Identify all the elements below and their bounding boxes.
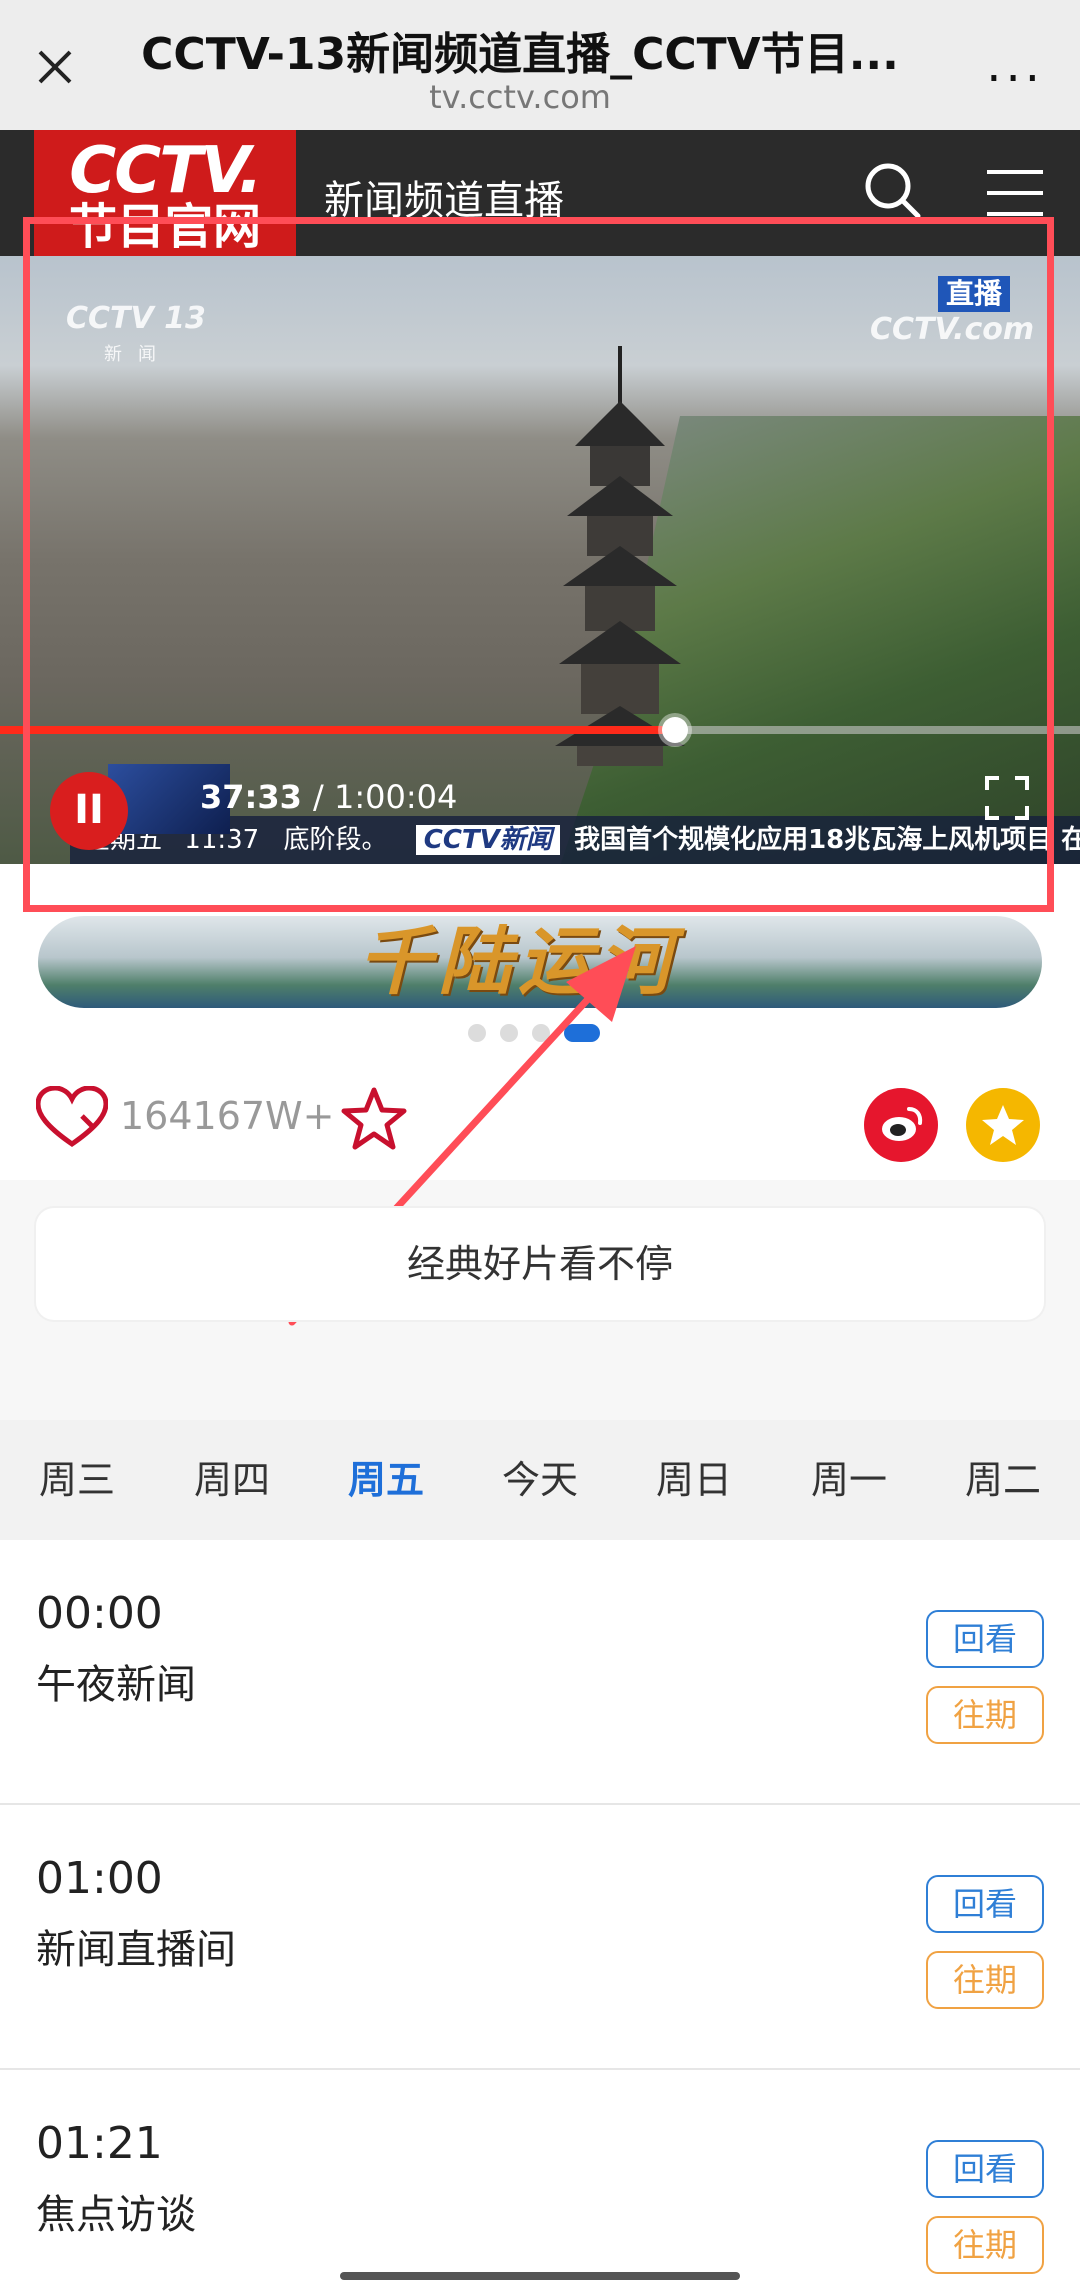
menu-icon[interactable] bbox=[985, 166, 1045, 220]
tab-day-3[interactable]: 今天 bbox=[485, 1420, 595, 1540]
replay-button[interactable]: 回看 bbox=[926, 1875, 1044, 1933]
carousel-dots bbox=[468, 1024, 614, 1042]
tab-day-2[interactable]: 周五 bbox=[331, 1420, 441, 1540]
logo-line1: CCTV. bbox=[69, 134, 262, 208]
past-episodes-button[interactable]: 往期 bbox=[926, 2216, 1044, 2274]
past-episodes-button[interactable]: 往期 bbox=[926, 1951, 1044, 2009]
carousel-dot[interactable] bbox=[564, 1024, 600, 1042]
search-icon[interactable] bbox=[860, 158, 924, 222]
carousel-dot[interactable] bbox=[532, 1024, 550, 1042]
replay-button[interactable]: 回看 bbox=[926, 2140, 1044, 2198]
program-time: 00:00 bbox=[36, 1588, 163, 1639]
collect-button[interactable] bbox=[966, 1088, 1040, 1162]
browser-top-bar: CCTV-13新闻频道直播_CCTV节目... tv.cctv.com ... bbox=[0, 0, 1080, 130]
replay-button[interactable]: 回看 bbox=[926, 1610, 1044, 1668]
weibo-share-button[interactable] bbox=[864, 1088, 938, 1162]
program-name: 新闻直播间 bbox=[36, 1927, 236, 1973]
past-episodes-button[interactable]: 往期 bbox=[926, 1686, 1044, 1744]
tab-day-1[interactable]: 周四 bbox=[177, 1420, 287, 1540]
program-name: 午夜新闻 bbox=[36, 1662, 196, 1708]
home-indicator[interactable] bbox=[340, 2272, 740, 2280]
page-url: tv.cctv.com bbox=[429, 78, 611, 116]
promo-banner[interactable]: 千陆运河 bbox=[38, 916, 1042, 1008]
more-options-icon[interactable]: ... bbox=[986, 41, 1044, 89]
tab-day-4[interactable]: 周日 bbox=[639, 1420, 749, 1540]
page-title: CCTV-13新闻频道直播_CCTV节目... bbox=[141, 29, 899, 80]
program-row[interactable]: 01:00 新闻直播间 回看往期 bbox=[0, 1805, 1080, 2070]
banner-text: 千陆运河 bbox=[358, 919, 678, 1005]
annotation-highlight-box bbox=[23, 217, 1054, 912]
weibo-icon bbox=[882, 1107, 923, 1141]
carousel-dot[interactable] bbox=[500, 1024, 518, 1042]
tab-day-5[interactable]: 周一 bbox=[794, 1420, 904, 1540]
promo-text-button[interactable]: 经典好片看不停 bbox=[36, 1208, 1044, 1320]
program-time: 01:21 bbox=[36, 2118, 163, 2169]
collect-star-icon bbox=[982, 1105, 1024, 1145]
like-heart-icon[interactable] bbox=[36, 1086, 108, 1150]
program-time: 01:00 bbox=[36, 1853, 163, 1904]
tab-day-0[interactable]: 周三 bbox=[22, 1420, 132, 1540]
like-count: 164167W+ bbox=[120, 1094, 335, 1138]
close-icon[interactable] bbox=[30, 42, 80, 92]
carousel-dot[interactable] bbox=[468, 1024, 486, 1042]
favorite-star-icon[interactable] bbox=[340, 1086, 408, 1152]
program-row[interactable]: 00:00 午夜新闻 回看往期 bbox=[0, 1540, 1080, 1805]
day-tabs: 周三 周四 周五 今天 周日 周一 周二 bbox=[0, 1420, 1080, 1540]
program-row[interactable]: 01:21 焦点访谈 回看往期 bbox=[0, 2070, 1080, 2280]
tab-day-6[interactable]: 周二 bbox=[948, 1420, 1058, 1540]
program-name: 焦点访谈 bbox=[36, 2192, 196, 2238]
